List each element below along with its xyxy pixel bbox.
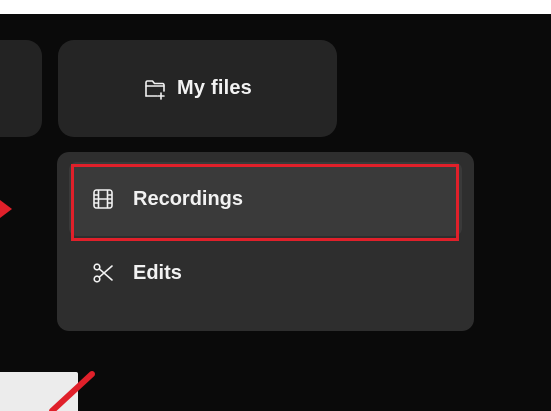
annotation-arrow-line: [49, 371, 95, 411]
screenshot-stage: My files Recordings Edits: [0, 0, 551, 411]
